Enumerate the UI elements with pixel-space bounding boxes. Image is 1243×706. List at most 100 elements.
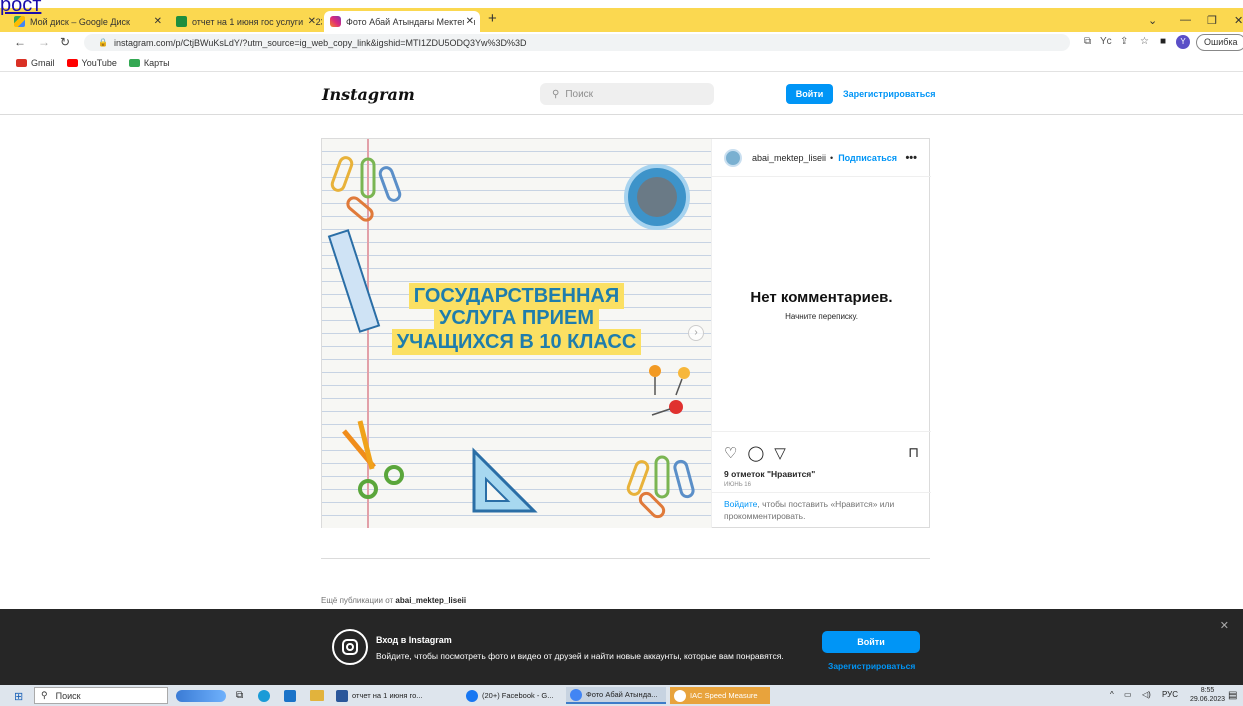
avatar[interactable] bbox=[724, 148, 742, 167]
taskbar-item-label: Фото Абай Атында... bbox=[586, 690, 658, 699]
lock-icon: 🔒 bbox=[98, 38, 108, 47]
notifications-icon[interactable]: ▤ bbox=[1228, 690, 1237, 701]
chrome-icon bbox=[570, 688, 582, 701]
like-heart-icon[interactable]: ♡ bbox=[724, 444, 737, 462]
taskbar-search-input[interactable]: ⚲ Поиск bbox=[34, 687, 168, 704]
post-sidebar: abai_mektep_liseii • Подписаться ••• Нет… bbox=[711, 139, 931, 529]
portrait-image bbox=[637, 177, 677, 217]
edge-icon[interactable] bbox=[258, 690, 270, 702]
signup-link[interactable]: Зарегистрироваться bbox=[843, 89, 935, 99]
bookmark-label: Карты bbox=[143, 57, 170, 68]
close-tab-icon[interactable]: ✕ bbox=[154, 16, 162, 27]
bookmark-star-icon[interactable]: ☆ bbox=[1140, 36, 1149, 47]
tray-chevron-icon[interactable]: ^ bbox=[1110, 690, 1114, 699]
minimize-icon[interactable]: — bbox=[1180, 14, 1191, 26]
school-logo-seal bbox=[624, 164, 690, 230]
username-link[interactable]: abai_mektep_liseii bbox=[752, 153, 826, 163]
taskbar-item-word[interactable]: отчет на 1 июня го... bbox=[332, 687, 454, 704]
task-view-icon[interactable]: ⧉ bbox=[236, 690, 243, 701]
error-button[interactable]: Ошибка bbox=[1196, 34, 1243, 51]
language-indicator[interactable]: РУС bbox=[1162, 690, 1178, 699]
banner-line-3: УЧАЩИХСЯ В 10 КЛАСС bbox=[322, 329, 711, 355]
close-banner-icon[interactable]: ✕ bbox=[1220, 619, 1229, 632]
explorer-icon[interactable] bbox=[310, 690, 324, 701]
taskbar-item-iac[interactable]: IAC Speed Measure bbox=[670, 687, 770, 704]
post-header: abai_mektep_liseii • Подписаться ••• bbox=[712, 139, 931, 177]
maximize-icon[interactable]: ❐ bbox=[1207, 14, 1217, 27]
likes-count[interactable]: 9 отметок "Нравится" bbox=[724, 469, 815, 479]
login-banner-text: Войдите, чтобы посмотреть фото и видео о… bbox=[376, 651, 784, 661]
volume-icon[interactable]: ◁) bbox=[1142, 690, 1151, 699]
bookmark-maps[interactable]: Карты bbox=[128, 57, 170, 68]
forward-icon[interactable]: → bbox=[38, 35, 50, 49]
next-image-chevron-icon[interactable]: › bbox=[688, 325, 704, 341]
login-banner-title: Вход в Instagram bbox=[376, 635, 452, 645]
close-window-icon[interactable]: ✕ bbox=[1234, 14, 1243, 27]
profile-avatar[interactable]: Y bbox=[1176, 35, 1190, 49]
tab-sheets-report[interactable]: отчет на 1 июня гос услуги 2023 ✕ bbox=[170, 11, 322, 32]
bookmark-gmail[interactable]: Gmail bbox=[16, 58, 55, 68]
bookmark-youtube[interactable]: YouTube bbox=[66, 58, 117, 68]
network-icon[interactable]: ▭ bbox=[1124, 690, 1132, 699]
separator-dot: • bbox=[830, 152, 834, 163]
windows-start-icon[interactable]: ⊞ bbox=[14, 690, 23, 703]
share-icon[interactable]: ⇪ bbox=[1120, 36, 1128, 47]
instagram-glyph-icon bbox=[332, 629, 368, 665]
follow-button[interactable]: Подписаться bbox=[838, 153, 897, 163]
save-bookmark-icon[interactable]: ⊓ bbox=[908, 444, 919, 461]
login-link[interactable]: Войдите bbox=[724, 499, 757, 509]
tab-search-chevron-icon[interactable]: ⌄ bbox=[1148, 14, 1157, 27]
more-posts-user[interactable]: abai_mektep_liseii bbox=[395, 596, 466, 605]
banner-login-button[interactable]: Войти bbox=[822, 631, 920, 653]
more-posts-prefix: Ещё публикации от bbox=[321, 596, 396, 605]
page-top-link[interactable]: рост bbox=[0, 0, 41, 17]
new-tab-button[interactable]: + bbox=[488, 10, 497, 27]
instagram-logo[interactable]: Instagram bbox=[322, 85, 415, 104]
system-clock[interactable]: 8:55 29.06.2023 bbox=[1190, 686, 1225, 704]
yandex-icon[interactable]: Yc bbox=[1100, 36, 1112, 47]
sheets-icon bbox=[176, 16, 187, 27]
address-bar[interactable]: 🔒 instagram.com/p/CtjBWuKsLdY/?utm_sourc… bbox=[84, 34, 1070, 51]
taskbar-item-label: IAC Speed Measure bbox=[690, 691, 758, 700]
bookmark-label: Gmail bbox=[31, 57, 55, 68]
browser-tab-bar: Мой диск – Google Диск ✕ отчет на 1 июня… bbox=[0, 8, 1243, 32]
google-drive-icon bbox=[14, 16, 25, 27]
banner-line-2: УСЛУГА ПРИЕМ bbox=[322, 305, 711, 331]
post-image[interactable]: ГОСУДАРСТВЕННАЯ УСЛУГА ПРИЕМ УЧАЩИХСЯ В … bbox=[322, 139, 711, 528]
store-icon[interactable] bbox=[284, 690, 296, 702]
sidebar-icon[interactable]: ■ bbox=[1160, 36, 1166, 47]
reload-icon[interactable]: ↻ bbox=[60, 35, 70, 49]
translate-icon[interactable]: ⧉ bbox=[1084, 36, 1091, 47]
search-input[interactable]: ⚲ Поиск bbox=[540, 83, 714, 105]
weather-widget-icon[interactable] bbox=[176, 690, 226, 702]
taskbar-search-placeholder: Поиск bbox=[55, 690, 81, 701]
instagram-icon bbox=[330, 16, 341, 27]
bookmarks-bar: Gmail YouTube Карты bbox=[0, 54, 1243, 72]
search-placeholder: Поиск bbox=[565, 88, 594, 100]
taskbar-item-facebook[interactable]: (20+) Facebook - G... bbox=[462, 687, 560, 704]
maps-icon bbox=[128, 58, 140, 67]
back-icon[interactable]: ← bbox=[14, 35, 26, 49]
close-tab-icon[interactable]: ✕ bbox=[305, 16, 316, 27]
close-tab-icon[interactable]: ✕ bbox=[463, 16, 474, 27]
login-banner: Вход в Instagram Войдите, чтобы посмотре… bbox=[0, 609, 1243, 685]
taskbar-item-label: отчет на 1 июня го... bbox=[352, 691, 423, 700]
post-actions: ♡ ◯ ▽ ⊓ 9 отметок "Нравится" ИЮНЬ 16 Вой… bbox=[712, 431, 931, 529]
start-conversation-text: Начните переписку. bbox=[785, 312, 858, 321]
taskbar-item-label: (20+) Facebook - G... bbox=[482, 691, 554, 700]
login-button[interactable]: Войти bbox=[786, 84, 833, 104]
browser-toolbar: ← → ↻ 🔒 instagram.com/p/CtjBWuKsLdY/?utm… bbox=[0, 32, 1243, 53]
tab-label: Мой диск – Google Диск bbox=[30, 16, 130, 27]
tab-instagram[interactable]: Фото Абай Атындағы Мектеп-л ✕ bbox=[324, 11, 480, 32]
search-icon: ⚲ bbox=[552, 88, 560, 100]
more-options-icon[interactable]: ••• bbox=[905, 152, 917, 164]
share-send-icon[interactable]: ▽ bbox=[774, 444, 786, 462]
taskbar-item-instagram[interactable]: Фото Абай Атында... bbox=[566, 687, 666, 704]
instagram-header: Instagram ⚲ Поиск Войти Зарегистрировать… bbox=[0, 73, 1243, 115]
banner-signup-link[interactable]: Зарегистрироваться bbox=[828, 661, 915, 671]
banner-text: УСЛУГА ПРИЕМ bbox=[433, 305, 600, 331]
url-text: instagram.com/p/CtjBWuKsLdY/?utm_source=… bbox=[113, 37, 527, 48]
post-date: ИЮНЬ 16 bbox=[724, 482, 751, 488]
comment-icon[interactable]: ◯ bbox=[747, 444, 764, 462]
banner-text: УЧАЩИХСЯ В 10 КЛАСС bbox=[391, 329, 642, 355]
